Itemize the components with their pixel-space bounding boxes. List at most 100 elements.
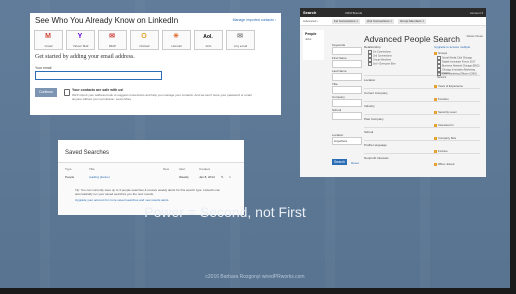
account-menu[interactable]: Account ▾ [470, 11, 483, 15]
filter-label[interactable]: Location [364, 78, 375, 82]
slide: See Who You Already Know on LinkedIn Man… [0, 0, 510, 288]
relationship-title: Relationship [364, 45, 381, 49]
row-divider [364, 140, 480, 141]
reset-close-links[interactable]: Reset Close [467, 34, 483, 38]
continue-button[interactable]: Continue [35, 88, 57, 97]
search-field-input[interactable] [332, 47, 362, 55]
premium-filter[interactable]: Company Size [434, 136, 456, 140]
filter-label[interactable]: Past Company [364, 117, 384, 121]
outlook-icon: O [141, 33, 147, 40]
provider-button[interactable]: ✉ IMAP [98, 30, 127, 50]
provider-button[interactable]: ☀ Hotmail [162, 30, 191, 50]
search-field-input[interactable] [332, 73, 362, 81]
filter-label[interactable]: Profile Language [364, 143, 387, 147]
linkedin-heading: Get started by adding your email address… [35, 54, 135, 60]
edit-icon[interactable]: ✎ [221, 175, 224, 179]
safe-title: Your contacts are safe with us! [72, 88, 124, 92]
location-select-value: Anywhere [334, 139, 348, 143]
premium-filter[interactable]: When Joined [434, 162, 454, 166]
table-row[interactable]: People reading planner Weekly Jan 8, 201… [65, 175, 237, 181]
upgrade-link[interactable]: Upgrade your account for more saved sear… [75, 198, 235, 202]
reset-link[interactable]: Reset [351, 161, 359, 165]
premium-badge-icon [434, 149, 437, 153]
yahoo-icon: Y [77, 33, 83, 40]
provider-button[interactable]: O Outlook [130, 30, 159, 50]
delete-icon[interactable]: × [229, 175, 231, 179]
filter-chip[interactable]: 1st Connections × [332, 18, 361, 24]
saved-searches-columns: Type Title New Alert Created [65, 167, 237, 172]
search-button[interactable]: Search [332, 159, 347, 165]
column-header: Alert [179, 167, 186, 171]
premium-filter-label: Function [438, 97, 449, 101]
advanced-link[interactable]: Advanced › [303, 19, 318, 23]
search-field-input[interactable] [332, 112, 362, 120]
search-field-input[interactable] [332, 99, 362, 107]
provider-label: Hotmail [171, 44, 182, 48]
row-divider [364, 101, 480, 102]
breadcrumb: CRM Brands [345, 10, 363, 15]
hotmail-icon: ☀ [172, 33, 180, 40]
search-tab[interactable]: Search [303, 10, 316, 15]
filter-label[interactable]: Current Company [364, 91, 388, 95]
premium-badge-icon [434, 110, 437, 114]
provider-label: Gmail [44, 44, 53, 48]
imap-icon: ✉ [109, 33, 115, 40]
filter-chip[interactable]: 2nd Connections × [365, 18, 395, 24]
nav-people[interactable]: People [305, 32, 316, 36]
upgrade-multiple-link[interactable]: Upgrade to access multiple [434, 45, 470, 49]
lock-icon [64, 89, 70, 96]
premium-filter[interactable]: Groups [434, 51, 447, 55]
search-field-input[interactable] [332, 86, 362, 94]
filter-label[interactable]: Nonprofit Interests [364, 156, 389, 160]
slide-footer: c2016 Barbara Rozgonyi wiredPRworks.com [205, 274, 305, 280]
filter-chip[interactable]: Group Members × [398, 18, 427, 24]
premium-badge-icon [434, 162, 437, 166]
premium-filter[interactable]: Fortune [434, 149, 448, 153]
filter-label[interactable]: Industry [364, 104, 375, 108]
premium-badge-icon [434, 136, 437, 140]
email-input[interactable] [35, 71, 162, 80]
frame-edge [0, 288, 516, 294]
checkbox-label: Chief Marketing Officers (CMO) Network [437, 72, 477, 79]
nav-jobs[interactable]: Jobs [305, 37, 311, 41]
premium-filter[interactable]: Seniority Level [434, 110, 456, 114]
premium-filter[interactable]: Function [434, 97, 449, 101]
row-type: People [65, 175, 75, 179]
safe-text: We'll import your address book to sugges… [72, 93, 252, 101]
saved-searches-header: Saved Searches [58, 140, 244, 163]
email-provider-list: M Gmail Y Yahoo! Mail ✉ IMAP O Outlook ☀ Hotmail A… [34, 30, 255, 50]
relationship-checkbox[interactable]: 3rd + Everyone Else [368, 62, 396, 66]
group-checkbox[interactable]: Chief Marketing Officers (CMO) Network [437, 72, 486, 79]
provider-label: AOL [205, 44, 212, 48]
premium-badge-icon [434, 123, 437, 127]
row-title-link[interactable]: reading planner [89, 175, 110, 179]
premium-filter[interactable]: Interested In [434, 123, 454, 127]
row-created: Jan 8, 2014 [199, 175, 215, 179]
manage-contacts-link[interactable]: Manage imported contacts › [233, 18, 276, 22]
row-divider [364, 127, 480, 128]
gmail-icon: M [45, 33, 51, 40]
aol-icon: Aol. [203, 34, 213, 40]
filter-chip-bar: Advanced › 1st Connections × 2nd Connect… [300, 17, 486, 26]
premium-filter[interactable]: Years of Experience [434, 84, 463, 88]
search-field-input[interactable] [332, 60, 362, 68]
provider-button[interactable]: Y Yahoo! Mail [66, 30, 95, 50]
premium-filter-label: Groups [438, 51, 448, 55]
premium-filter-label: Interested In [438, 123, 454, 127]
linkedin-title: See Who You Already Know on LinkedIn [35, 16, 179, 25]
top-bar: Search CRM Brands Account ▾ [300, 8, 486, 17]
linkedin-import-screenshot: See Who You Already Know on LinkedIn Man… [30, 13, 281, 115]
row-divider [364, 88, 480, 89]
provider-button[interactable]: Aol. AOL [194, 30, 223, 50]
premium-filter-label: Company Size [438, 136, 457, 140]
filter-label[interactable]: School [364, 130, 373, 134]
row-divider [364, 153, 480, 154]
column-header: Title [89, 167, 95, 171]
row-alert: Weekly [179, 175, 189, 179]
checkbox-label: 3rd + Everyone Else [373, 62, 396, 66]
provider-label: Yahoo! Mail [72, 44, 89, 48]
premium-badge-icon [434, 51, 437, 55]
provider-button[interactable]: M Gmail [34, 30, 63, 50]
provider-button[interactable]: ✉ Any email [226, 30, 255, 50]
premium-badge-icon [434, 97, 437, 101]
